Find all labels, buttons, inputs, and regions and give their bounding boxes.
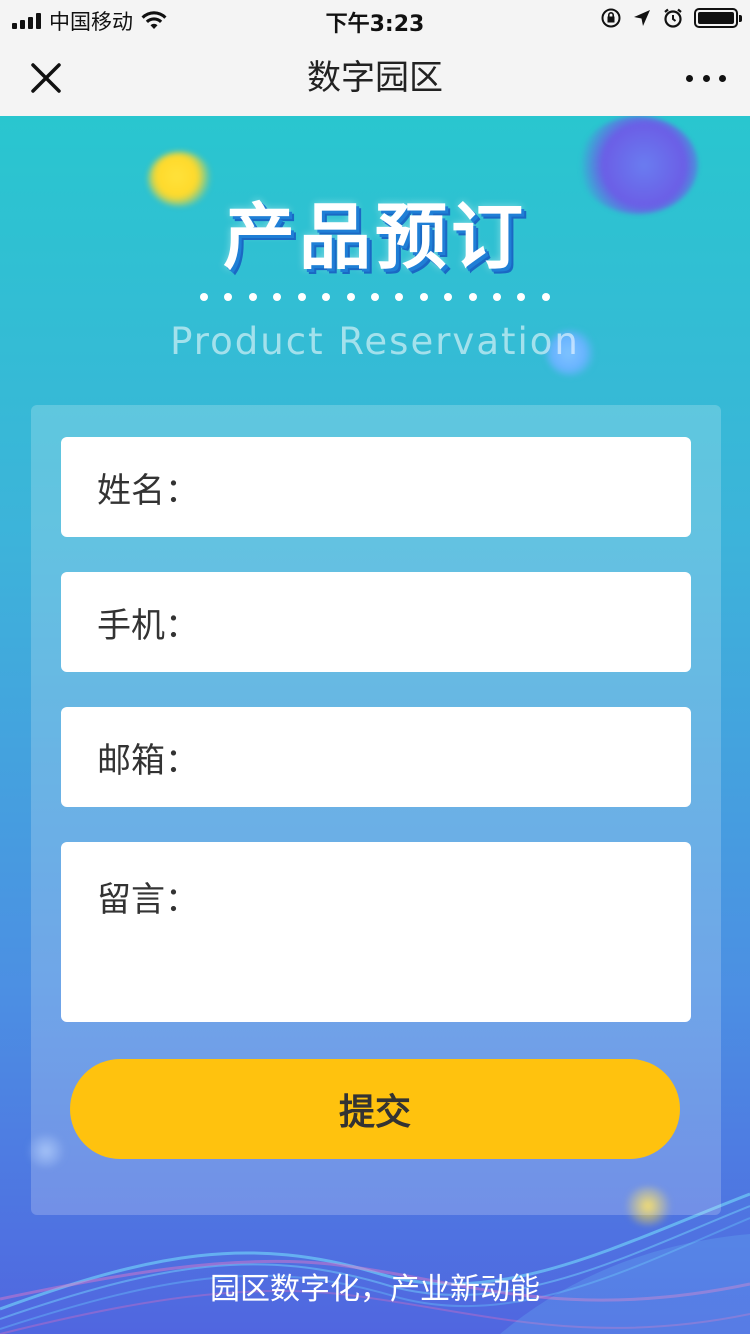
- email-input[interactable]: [199, 726, 671, 788]
- name-field[interactable]: 姓名：: [61, 437, 691, 537]
- hero-subtitle: Product Reservation: [170, 320, 580, 363]
- status-right: [600, 7, 742, 29]
- message-field[interactable]: 留言：: [61, 842, 691, 1022]
- more-dots-icon: [719, 74, 726, 82]
- phone-field[interactable]: 手机：: [61, 572, 691, 672]
- page-title: 数字园区: [307, 58, 443, 98]
- more-dots-icon: [686, 74, 693, 82]
- phone-input[interactable]: [199, 591, 671, 653]
- reservation-form: 姓名： 手机： 邮箱： 留言： 提交: [31, 405, 721, 1215]
- alarm-icon: [664, 8, 682, 28]
- footer-slogan: 园区数字化，产业新动能: [210, 1272, 540, 1307]
- reservation-page: 产品预订 Product Reservation 姓名： 手机： 邮箱： 留言：…: [0, 116, 750, 1334]
- message-label: 留言：: [97, 880, 199, 920]
- orientation-lock-icon: [601, 8, 621, 28]
- status-bar: 中国移动 下午3:23: [0, 0, 750, 40]
- email-label: 邮箱：: [97, 740, 199, 781]
- name-label: 姓名：: [97, 470, 199, 511]
- name-input[interactable]: [199, 456, 671, 518]
- battery-icon: [694, 8, 742, 28]
- more-button[interactable]: [686, 66, 726, 90]
- phone-label: 手机：: [97, 605, 199, 646]
- more-dots-icon: [702, 74, 710, 82]
- location-arrow-icon: [634, 10, 650, 26]
- message-input[interactable]: [199, 872, 671, 1006]
- hero-title: 产品预订: [222, 195, 527, 279]
- nav-bar: 数字园区: [0, 40, 750, 116]
- hero-dots-divider: [200, 292, 550, 302]
- email-field[interactable]: 邮箱：: [61, 707, 691, 807]
- submit-button[interactable]: 提交: [70, 1059, 680, 1159]
